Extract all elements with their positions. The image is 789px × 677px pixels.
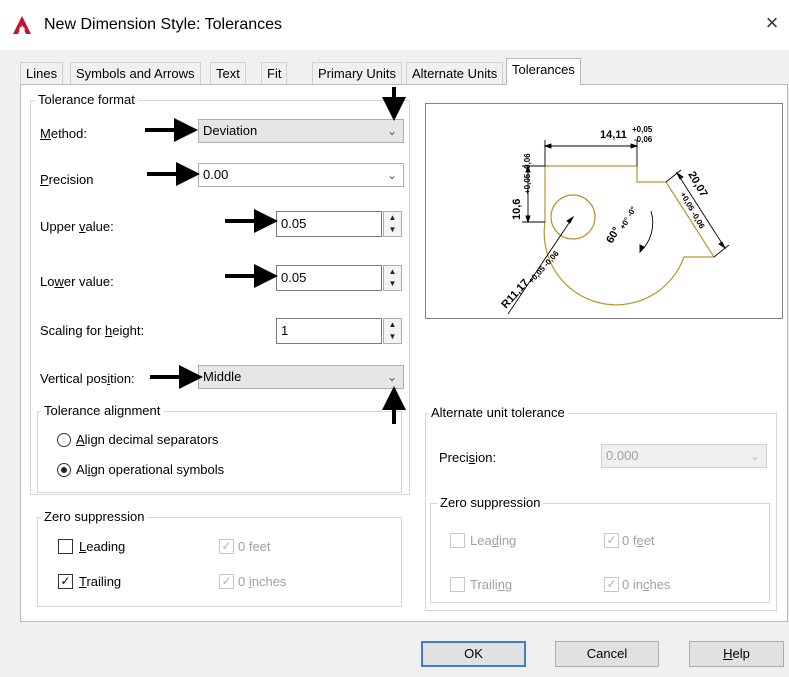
- tab-tolerances[interactable]: Tolerances: [506, 58, 581, 85]
- annotation-arrows: [145, 87, 406, 424]
